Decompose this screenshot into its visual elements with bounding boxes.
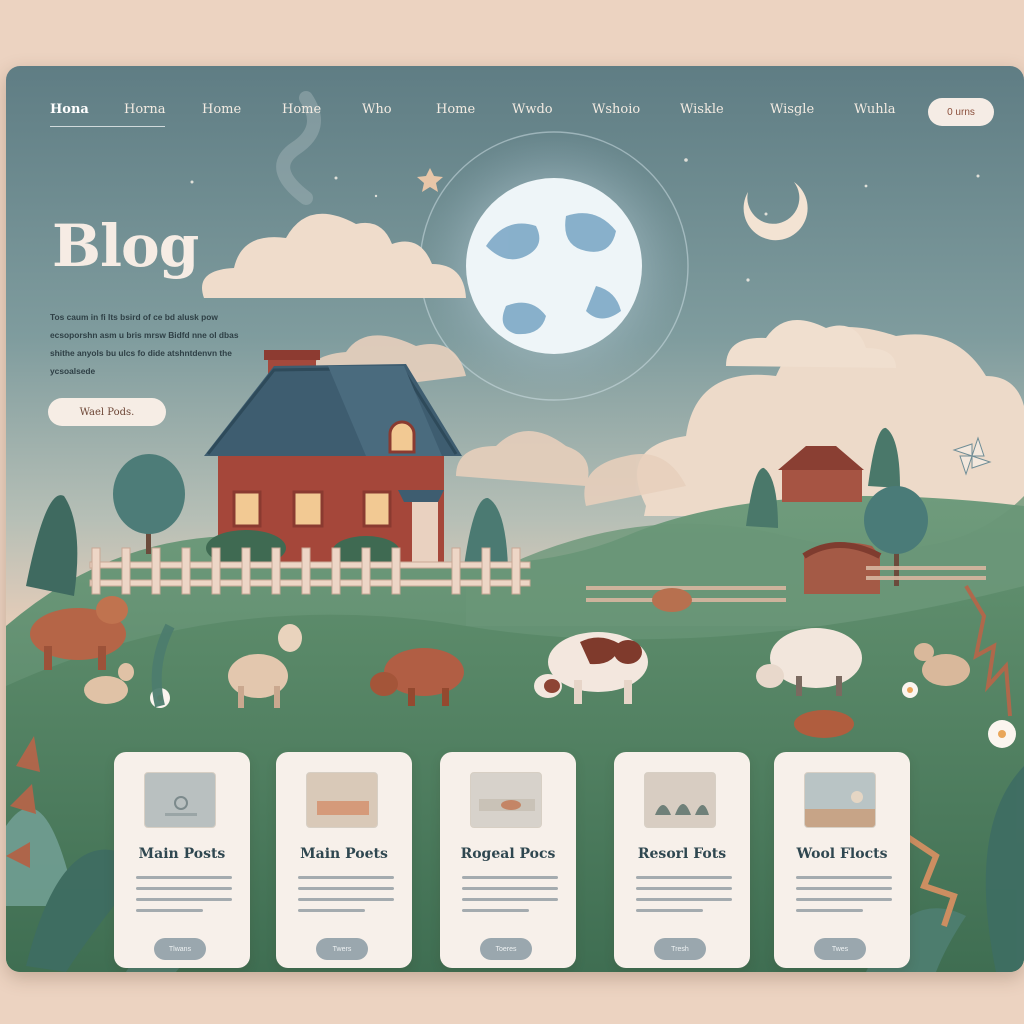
post-card[interactable]: Rogeal Pocs Toeres	[440, 752, 576, 968]
nav-item-8[interactable]: Wshoio	[592, 102, 640, 117]
nav-item-2[interactable]: Horna	[124, 102, 166, 117]
hero-read-posts-button[interactable]: Wael Pods.	[48, 398, 166, 426]
card-excerpt	[462, 876, 558, 920]
nav-item-11[interactable]: Wuhla	[854, 102, 896, 117]
card-thumbnail	[470, 772, 542, 828]
nav-item-7[interactable]: Wwdo	[512, 102, 553, 117]
card-title: Resorl Fots	[637, 846, 727, 862]
card-excerpt	[298, 876, 394, 920]
tree	[113, 454, 185, 554]
nav-item-3[interactable]: Home	[202, 102, 241, 117]
page-title: Blog	[52, 212, 199, 280]
post-card[interactable]: Main Posts Tlwans	[114, 752, 250, 968]
crescent-moon	[743, 182, 808, 241]
card-excerpt	[796, 876, 892, 920]
nav-item-5[interactable]: Who	[362, 102, 392, 117]
card-read-button[interactable]: Toeres	[480, 938, 532, 960]
card-read-button[interactable]: Tresh	[654, 938, 706, 960]
nav-cta-button[interactable]: 0 urns	[928, 98, 994, 126]
card-thumbnail	[644, 772, 716, 828]
full-moon	[466, 178, 642, 354]
card-read-button[interactable]: Tlwans	[154, 938, 206, 960]
nav-item-9[interactable]: Wiskle	[680, 102, 724, 117]
tree	[26, 495, 78, 596]
card-thumbnail	[804, 772, 876, 828]
hero-description: Tos caum in fi lts bsird of ce bd alusk …	[50, 312, 239, 376]
nav-item-4[interactable]: Home	[282, 102, 321, 117]
animal-fox	[794, 710, 854, 738]
nav-item-home[interactable]: Hona	[50, 102, 165, 127]
page-frame: Hona Horna Home Home Who Home Wwdo Wshoi…	[6, 66, 1024, 972]
post-card[interactable]: Main Poets Twers	[276, 752, 412, 968]
card-read-button[interactable]: Twes	[814, 938, 866, 960]
card-title: Main Posts	[138, 846, 226, 862]
card-title: Wool Flocts	[796, 846, 888, 862]
card-thumbnail	[306, 772, 378, 828]
post-cards: Main Posts Tlwans Main Poets Twers Rogea…	[114, 752, 914, 968]
animal-calf	[652, 588, 692, 612]
card-read-button[interactable]: Twers	[316, 938, 368, 960]
card-title: Main Poets	[300, 846, 388, 862]
card-thumbnail	[144, 772, 216, 828]
card-title: Rogeal Pocs	[460, 846, 556, 862]
nav-item-10[interactable]: Wisgle	[770, 102, 814, 117]
card-excerpt	[636, 876, 732, 920]
star-icon	[417, 168, 443, 192]
top-nav: Hona Horna Home Home Who Home Wwdo Wshoi…	[36, 96, 998, 128]
house	[204, 350, 462, 568]
post-card[interactable]: Resorl Fots Tresh	[614, 752, 750, 968]
post-card[interactable]: Wool Flocts Twes	[774, 752, 910, 968]
card-excerpt	[136, 876, 232, 920]
nav-item-6[interactable]: Home	[436, 102, 475, 117]
